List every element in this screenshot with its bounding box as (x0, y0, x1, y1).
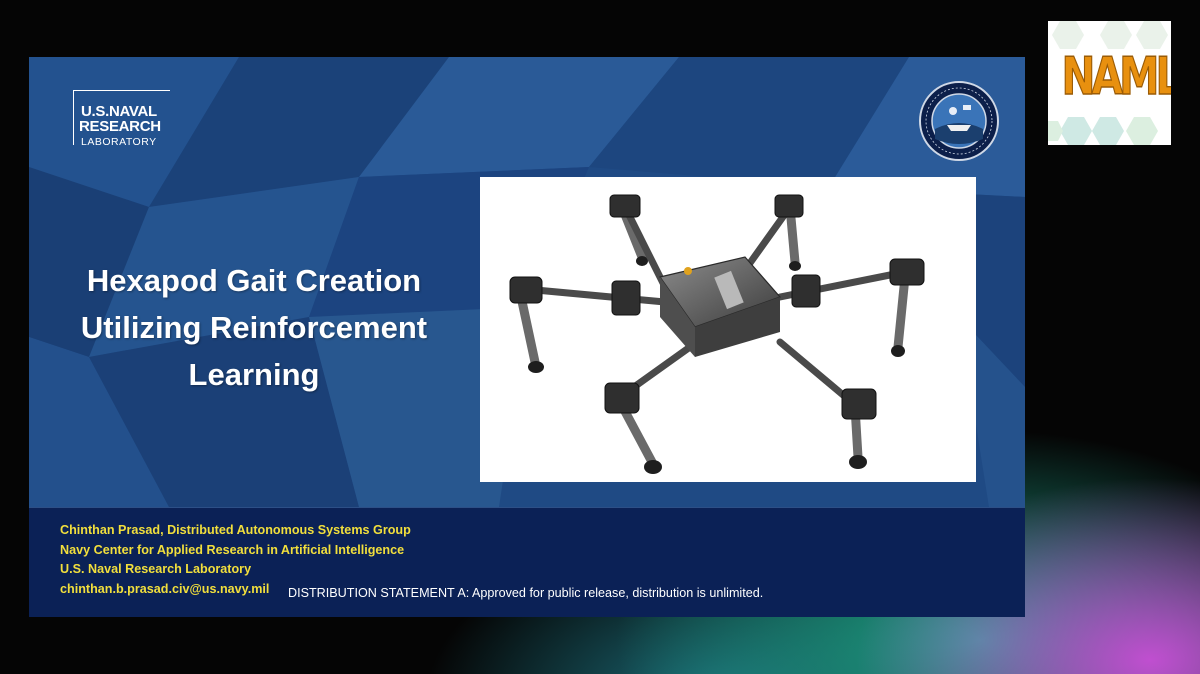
hexapod-robot-image (480, 177, 976, 482)
title-line-2: Utilizing Reinforcement (80, 310, 428, 345)
credit-line-3: U.S. Naval Research Laboratory (60, 562, 252, 576)
title-line-1: Hexapod Gait Creation (86, 263, 422, 298)
nrl-logo: U.S.NAVAL RESEARCH LABORATORY (73, 90, 171, 154)
presentation-slide: U.S.NAVAL RESEARCH LABORATORY Hexapod Ga… (29, 57, 1025, 617)
distribution-statement: DISTRIBUTION STATEMENT A: Approved for p… (288, 586, 764, 600)
credit-line-1: Chinthan Prasad, Distributed Autonomous … (60, 523, 411, 537)
credit-line-2: Navy Center for Applied Research in Arti… (60, 542, 405, 557)
slide-title: Hexapod Gait Creation Utilizing Reinforc… (59, 257, 449, 398)
lab-seal-icon (919, 81, 999, 161)
title-line-3: Learning (188, 357, 320, 392)
naml-logo-text: NAML (1061, 46, 1171, 107)
naml-logo: NAML (1048, 21, 1171, 145)
slide-footer: Chinthan Prasad, Distributed Autonomous … (29, 507, 1025, 617)
nrl-logo-line1: U.S.NAVAL (81, 103, 157, 120)
nrl-logo-line3: LABORATORY (81, 136, 157, 148)
nrl-logo-line2: RESEARCH (79, 118, 161, 135)
